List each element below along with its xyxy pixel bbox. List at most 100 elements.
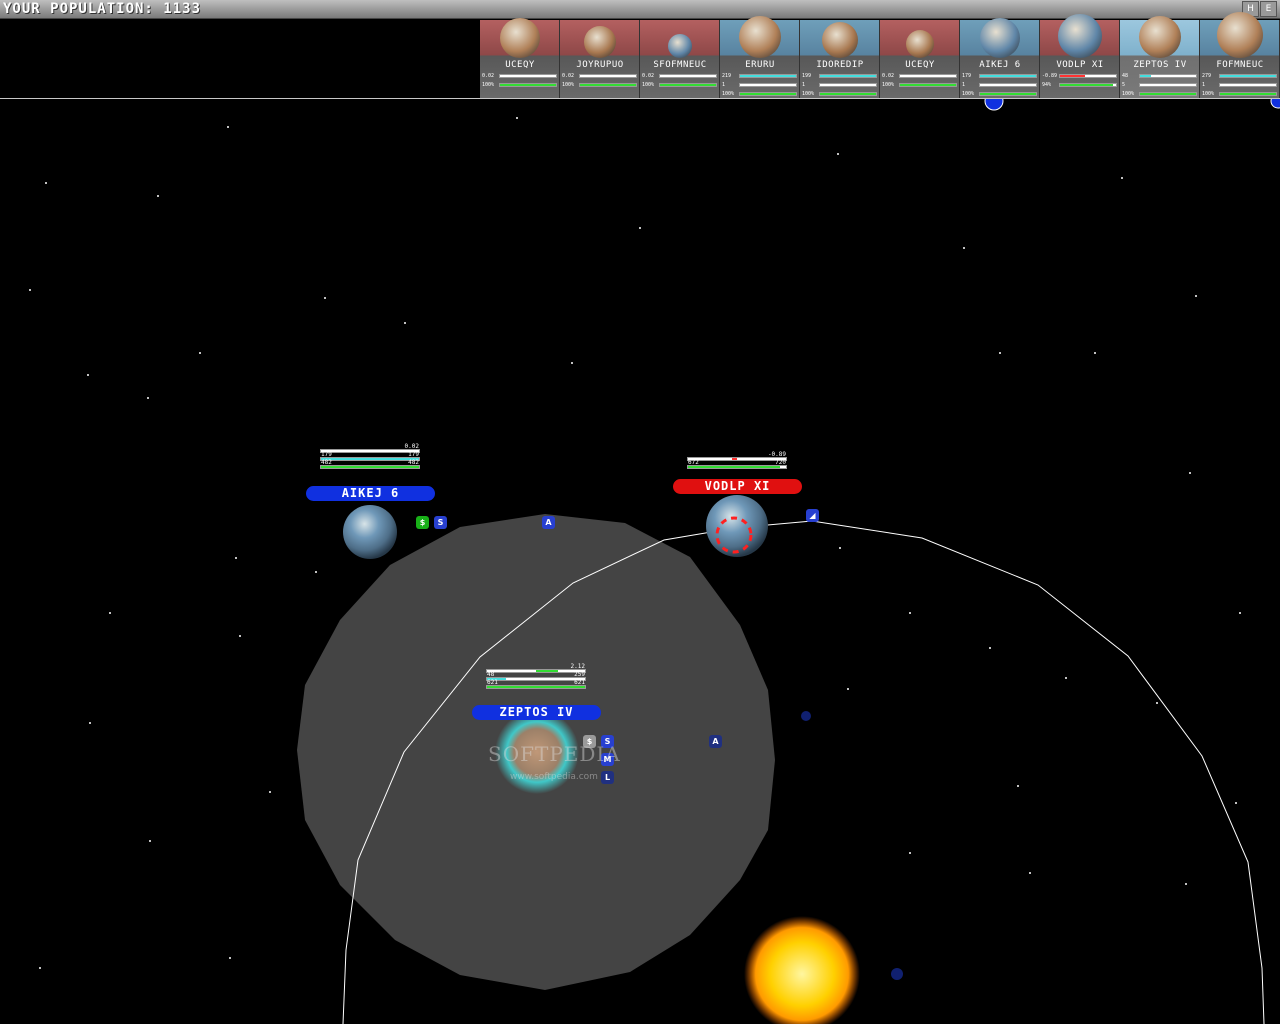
fleet-attack-ship-2[interactable]: A: [709, 735, 722, 748]
planet-card-2[interactable]: SFOFMNEUC 0.02 100%: [640, 20, 720, 98]
card-stat-label: 0.02: [882, 73, 895, 79]
card-planet-name: AIKEJ 6: [979, 60, 1021, 70]
card-stat-fill: [580, 84, 636, 86]
card-planet-icon: [821, 22, 858, 58]
sun[interactable]: [744, 916, 860, 1024]
planet-aikej-6[interactable]: [343, 505, 397, 559]
card-stat-row: 100%: [961, 91, 1039, 98]
card-planet-name: JOYRUPUO: [576, 60, 624, 70]
aikej-info: 0.02 179 179 482 482: [320, 443, 420, 469]
card-stat-label: 100%: [882, 82, 895, 88]
planet-card-6[interactable]: AIKEJ 6 179 1 100%: [960, 18, 1040, 98]
card-stat-fill: [1140, 75, 1152, 77]
fleet-large-ship-zeptos[interactable]: L: [601, 771, 614, 784]
card-stat-bar: [819, 92, 877, 96]
card-stat-bar: [659, 74, 717, 78]
card-stat-fill: [980, 84, 1008, 86]
fleet-moving-ship[interactable]: ◢: [806, 509, 819, 522]
card-stat-bar: [739, 83, 797, 87]
card-stat-label: 1: [1202, 82, 1206, 88]
card-stat-row: 1: [801, 82, 879, 89]
planet-vodlp-xi[interactable]: [706, 495, 768, 557]
card-stat-fill: [820, 84, 848, 86]
card-planet-icon: [1057, 14, 1102, 58]
planet-card-5[interactable]: UCEQY 0.02 100%: [880, 20, 960, 98]
card-planet-icon: [1216, 12, 1263, 58]
zeptos-name-label[interactable]: ZEPTOS IV: [472, 705, 601, 720]
planet-card-7[interactable]: VODLP XI -0.89 94%: [1040, 14, 1120, 98]
card-stat-label: 100%: [482, 82, 495, 88]
card-planet-name: ZEPTOS IV: [1133, 60, 1187, 70]
card-stat-bar: [739, 92, 797, 96]
planet-card-0[interactable]: UCEQY 0.02 100%: [480, 18, 560, 98]
card-planet-name: FOFMNEUC: [1216, 60, 1264, 70]
fleet-scout-ship[interactable]: S: [434, 516, 447, 529]
space-map[interactable]: [0, 0, 1280, 1024]
card-planet-icon: [499, 18, 540, 58]
card-stat-label: 48: [1122, 73, 1129, 79]
card-stat-bar: [1059, 74, 1117, 78]
aikej-name-label[interactable]: AIKEJ 6: [306, 486, 435, 501]
card-stat-bar: [1059, 83, 1117, 87]
watermark: SOFTPEDIA: [488, 742, 621, 766]
card-stat-bar: [979, 83, 1037, 87]
card-stat-label: 100%: [562, 82, 575, 88]
exit-button[interactable]: E: [1260, 1, 1277, 17]
card-stat-row: 199: [801, 73, 879, 80]
fleet-attack-ship-1[interactable]: A: [542, 516, 555, 529]
card-stat-bar: [899, 74, 957, 78]
card-stat-label: 219: [722, 73, 732, 79]
card-planet-icon: [1138, 16, 1181, 58]
card-stat-row: 1: [961, 82, 1039, 89]
card-stat-bar: [979, 74, 1037, 78]
card-stat-fill: [660, 75, 688, 77]
card-stat-row: 100%: [1201, 91, 1279, 98]
card-stat-fill: [580, 75, 608, 77]
planet-card-1[interactable]: JOYRUPUO 0.02 100%: [560, 20, 640, 98]
card-stat-label: 179: [962, 73, 972, 79]
card-stat-row: 100%: [481, 82, 559, 89]
card-stat-bar: [739, 74, 797, 78]
card-stat-fill: [500, 75, 528, 77]
card-stat-label: 100%: [802, 91, 815, 97]
card-stat-fill: [1140, 93, 1196, 95]
card-stat-bar: [1219, 74, 1277, 78]
card-stat-label: 5: [1122, 82, 1126, 88]
hud-divider: [0, 98, 1280, 99]
card-stat-fill: [900, 84, 956, 86]
card-planet-icon: [667, 34, 692, 58]
planet-card-8[interactable]: ZEPTOS IV 48 5 100%: [1120, 16, 1200, 98]
planet-card-4[interactable]: IDOREDIP 199 1 100%: [800, 20, 880, 98]
card-stat-row: 48: [1121, 73, 1199, 80]
card-stat-bar: [899, 83, 957, 87]
card-stat-label: 0.02: [562, 73, 575, 79]
card-stat-row: 100%: [641, 82, 719, 89]
card-stat-fill: [500, 84, 556, 86]
card-planet-name: UCEQY: [905, 60, 935, 70]
card-stat-fill: [820, 93, 876, 95]
card-stat-label: 94%: [1042, 82, 1052, 88]
card-stat-row: 219: [721, 73, 799, 80]
card-stat-fill: [820, 75, 876, 77]
vodlp-name-label[interactable]: VODLP XI: [673, 479, 802, 494]
planet-card-9[interactable]: FOFMNEUC 279 1 100%: [1200, 12, 1280, 98]
small-moon-1[interactable]: [801, 711, 811, 721]
card-stat-row: 100%: [881, 82, 959, 89]
watermark-url: www.softpedia.com: [510, 772, 598, 782]
card-stat-row: 0.02: [881, 73, 959, 80]
small-moon-2[interactable]: [891, 968, 903, 980]
card-planet-name: SFOFMNEUC: [653, 60, 707, 70]
card-stat-label: -0.89: [1042, 73, 1058, 79]
card-stat-bar: [819, 74, 877, 78]
card-stat-fill: [740, 93, 796, 95]
card-stat-row: 0.02: [561, 73, 639, 80]
card-stat-bar: [499, 74, 557, 78]
card-stat-row: 5: [1121, 82, 1199, 89]
card-stat-row: 94%: [1041, 82, 1119, 89]
card-stat-row: 179: [961, 73, 1039, 80]
fleet-trade-ship[interactable]: $: [416, 516, 429, 529]
card-planet-name: IDOREDIP: [816, 60, 864, 70]
card-stat-label: 279: [1202, 73, 1212, 79]
card-stat-fill: [980, 75, 1036, 77]
planet-card-3[interactable]: ERURU 219 1 100%: [720, 16, 800, 98]
